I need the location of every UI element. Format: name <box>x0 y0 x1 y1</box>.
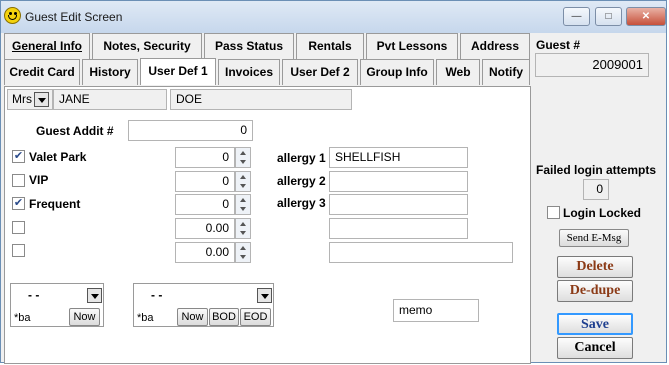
guest-number-field: 2009001 <box>535 53 649 77</box>
frequent-checkbox[interactable]: ✔ <box>12 197 25 210</box>
send-email-button[interactable]: Send E-Msg <box>559 229 629 247</box>
user-def-1-panel: Mrs JANE DOE Guest Addit # 0 ✔ Valet Par… <box>4 86 531 364</box>
allergy-2-field[interactable] <box>329 171 468 192</box>
custom-spinner-5[interactable] <box>235 242 251 263</box>
tab-invoices[interactable]: Invoices <box>218 59 280 85</box>
date-picker-1: - - *ba Now <box>10 283 104 327</box>
minimize-button[interactable]: — <box>563 7 590 26</box>
allergy-3-label: allergy 3 <box>277 196 326 210</box>
title-bar[interactable]: Guest Edit Screen — □ ✕ <box>1 1 666 33</box>
chevron-down-icon[interactable] <box>257 288 272 303</box>
login-locked-label: Login Locked <box>563 206 641 220</box>
extra-field-4[interactable] <box>329 218 468 239</box>
vip-checkbox[interactable] <box>12 174 25 187</box>
allergy-3-field[interactable] <box>329 194 468 215</box>
tab-pass-status[interactable]: Pass Status <box>204 33 294 59</box>
custom-checkbox-4[interactable] <box>12 221 25 234</box>
vip-value[interactable]: 0 <box>175 171 235 192</box>
date-1-text: *ba <box>14 312 31 324</box>
tab-general-info[interactable]: General Info <box>4 33 90 59</box>
custom-checkbox-5[interactable] <box>12 244 25 257</box>
custom-value-5[interactable]: 0.00 <box>175 242 235 263</box>
memo-field[interactable]: memo <box>393 299 479 322</box>
tab-pvt-lessons[interactable]: Pvt Lessons <box>366 33 458 59</box>
tab-web[interactable]: Web <box>436 59 480 85</box>
tab-user-def-2[interactable]: User Def 2 <box>282 59 358 85</box>
date-2-now-button[interactable]: Now <box>177 308 208 326</box>
valet-park-spinner[interactable] <box>235 147 251 168</box>
guest-edit-window: Guest Edit Screen — □ ✕ General Info Not… <box>0 0 667 364</box>
vip-spinner[interactable] <box>235 171 251 192</box>
de-dupe-button[interactable]: De-dupe <box>557 280 633 302</box>
login-locked-checkbox[interactable] <box>547 206 560 219</box>
frequent-label: Frequent <box>29 197 81 211</box>
tab-notes-security[interactable]: Notes, Security <box>92 33 202 59</box>
valet-park-label: Valet Park <box>29 150 87 164</box>
date-picker-2: - - *ba Now BOD EOD <box>133 283 274 327</box>
date-1-now-button[interactable]: Now <box>69 308 100 326</box>
guest-addit-label: Guest Addit # <box>36 124 114 138</box>
frequent-spinner[interactable] <box>235 194 251 215</box>
tab-rentals[interactable]: Rentals <box>296 33 364 59</box>
failed-login-label: Failed login attempts <box>536 163 657 177</box>
valet-park-value[interactable]: 0 <box>175 147 235 168</box>
salutation-value: Mrs <box>12 92 32 106</box>
chevron-down-icon[interactable] <box>87 288 102 303</box>
valet-park-checkbox[interactable]: ✔ <box>12 150 25 163</box>
tab-history[interactable]: History <box>82 59 138 85</box>
date-2-text: *ba <box>137 312 154 324</box>
allergy-2-label: allergy 2 <box>277 174 326 188</box>
cancel-button[interactable]: Cancel <box>557 337 633 359</box>
smiley-app-icon <box>4 7 21 24</box>
date-2-value[interactable]: - - <box>135 286 272 306</box>
save-button[interactable]: Save <box>557 313 633 335</box>
guest-addit-field[interactable]: 0 <box>128 120 253 141</box>
failed-login-value: 0 <box>583 179 609 200</box>
chevron-down-icon[interactable] <box>34 92 49 107</box>
delete-button[interactable]: Delete <box>557 256 633 278</box>
date-2-eod-button[interactable]: EOD <box>240 308 271 326</box>
tab-address[interactable]: Address <box>460 33 530 59</box>
extra-field-5[interactable] <box>329 242 513 263</box>
last-name-field[interactable]: DOE <box>170 89 352 110</box>
allergy-1-field[interactable]: SHELLFISH <box>329 147 468 168</box>
tab-credit-card[interactable]: Credit Card <box>4 59 80 85</box>
tab-group-info[interactable]: Group Info <box>360 59 434 85</box>
tab-notify[interactable]: Notify <box>482 59 530 85</box>
maximize-button[interactable]: □ <box>595 7 622 26</box>
date-2-bod-button[interactable]: BOD <box>209 308 239 326</box>
vip-label: VIP <box>29 173 49 187</box>
allergy-1-label: allergy 1 <box>277 151 326 165</box>
tab-user-def-1[interactable]: User Def 1 <box>140 58 216 85</box>
custom-value-4[interactable]: 0.00 <box>175 218 235 239</box>
guest-number-label: Guest # <box>536 38 581 52</box>
frequent-value[interactable]: 0 <box>175 194 235 215</box>
first-name-field[interactable]: JANE <box>53 89 167 110</box>
close-button[interactable]: ✕ <box>626 7 666 26</box>
window-title: Guest Edit Screen <box>25 10 123 24</box>
custom-spinner-4[interactable] <box>235 218 251 239</box>
